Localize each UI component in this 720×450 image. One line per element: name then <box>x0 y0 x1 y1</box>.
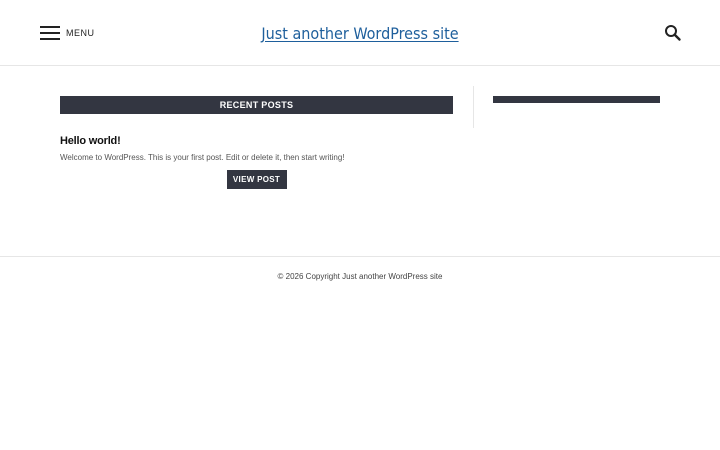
search-button[interactable] <box>664 24 682 42</box>
site-header: MENU Just another WordPress site <box>0 0 720 66</box>
post-excerpt: Welcome to WordPress. This is your first… <box>60 153 345 162</box>
search-icon <box>665 25 681 41</box>
sidebar-widget-heading <box>493 96 660 103</box>
post-item: Hello world! Welcome to WordPress. This … <box>60 135 453 189</box>
site-title-link[interactable]: Just another WordPress site <box>0 24 720 43</box>
section-heading: RECENT POSTS <box>60 96 453 114</box>
post-title[interactable]: Hello world! <box>60 135 453 147</box>
view-post-button[interactable]: VIEW POST <box>226 170 287 189</box>
sidebar-divider <box>473 86 474 128</box>
site-footer: © 2026 Copyright Just another WordPress … <box>0 256 720 294</box>
copyright-text: © 2026 Copyright Just another WordPress … <box>277 272 443 281</box>
main-content: RECENT POSTS Hello world! Welcome to Wor… <box>60 96 453 189</box>
